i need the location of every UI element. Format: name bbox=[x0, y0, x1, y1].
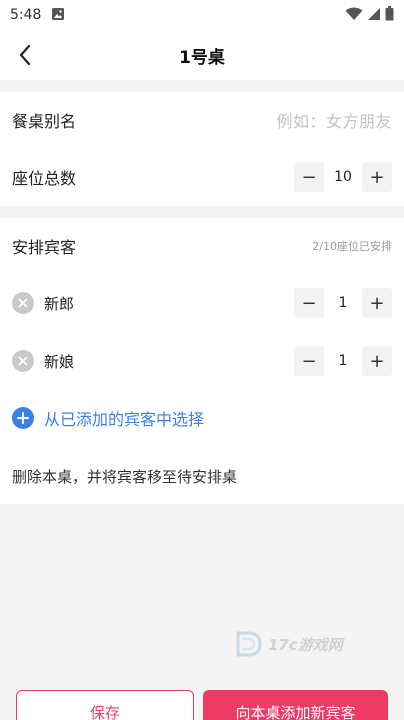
watermark-text: 17c游戏网 bbox=[268, 635, 343, 654]
guest-name: 新郎 bbox=[44, 294, 75, 313]
seats-value: 10 bbox=[334, 169, 352, 185]
guest-count: 1 bbox=[338, 295, 348, 311]
add-circle-icon bbox=[12, 407, 34, 429]
seats-decrement-button[interactable]: − bbox=[294, 162, 324, 192]
guest-decrement-button[interactable]: − bbox=[294, 288, 324, 318]
guest-increment-button[interactable]: + bbox=[362, 346, 392, 376]
battery-icon bbox=[385, 5, 394, 25]
table-info-card: 餐桌别名 例如：女方朋友 座位总数 − 10 + bbox=[0, 92, 404, 206]
status-bar: 5:48 bbox=[0, 0, 404, 30]
guest-count-stepper: − 1 + bbox=[294, 346, 392, 376]
add-new-guest-button[interactable]: 向本桌添加新宾客 bbox=[203, 690, 388, 720]
seats-row: 座位总数 − 10 + bbox=[0, 148, 404, 206]
alias-label: 餐桌别名 bbox=[12, 112, 77, 131]
add-from-existing-link[interactable]: 从已添加的宾客中选择 bbox=[44, 406, 204, 430]
delete-table-link[interactable]: 删除本桌，并将宾客移至待安排桌 bbox=[12, 466, 237, 487]
seats-arranged-summary: 2/10座位已安排 bbox=[312, 240, 392, 253]
guest-row: 新郎 − 1 + bbox=[0, 274, 404, 332]
guest-increment-button[interactable]: + bbox=[362, 288, 392, 318]
seats-label: 座位总数 bbox=[12, 169, 77, 188]
guest-count-stepper: − 1 + bbox=[294, 288, 392, 318]
guests-card: 安排宾客 2/10座位已安排 新郎 − 1 + 新娘 − 1 + 从已添加的宾客… bbox=[0, 218, 404, 504]
wifi-icon bbox=[345, 6, 363, 25]
guests-header-row: 安排宾客 2/10座位已安排 bbox=[0, 218, 404, 274]
status-time: 5:48 bbox=[10, 7, 42, 23]
bottom-action-bar: 保存 向本桌添加新宾客 bbox=[0, 684, 404, 720]
guest-row: 新娘 − 1 + bbox=[0, 332, 404, 390]
seats-stepper: − 10 + bbox=[294, 162, 392, 192]
seats-increment-button[interactable]: + bbox=[362, 162, 392, 192]
gallery-notification-icon bbox=[51, 6, 65, 25]
guest-name: 新娘 bbox=[44, 352, 75, 371]
delete-table-row[interactable]: 删除本桌，并将宾客移至待安排桌 bbox=[0, 448, 404, 504]
signal-icon bbox=[367, 6, 381, 25]
remove-guest-icon[interactable] bbox=[12, 350, 34, 372]
guests-section-label: 安排宾客 bbox=[12, 238, 77, 257]
watermark-logo-icon bbox=[236, 631, 262, 657]
save-button[interactable]: 保存 bbox=[16, 690, 194, 720]
add-from-existing-row[interactable]: 从已添加的宾客中选择 bbox=[0, 390, 404, 446]
remove-guest-icon[interactable] bbox=[12, 292, 34, 314]
page-title: 1号桌 bbox=[179, 47, 225, 68]
chevron-left-icon bbox=[19, 44, 31, 66]
watermark: 17c游戏网 bbox=[234, 628, 356, 660]
guest-decrement-button[interactable]: − bbox=[294, 346, 324, 376]
app-header: 1号桌 bbox=[0, 30, 404, 80]
alias-row: 餐桌别名 例如：女方朋友 bbox=[0, 92, 404, 148]
back-button[interactable] bbox=[12, 42, 38, 68]
alias-input[interactable]: 例如：女方朋友 bbox=[276, 108, 392, 132]
guest-count: 1 bbox=[338, 353, 348, 369]
